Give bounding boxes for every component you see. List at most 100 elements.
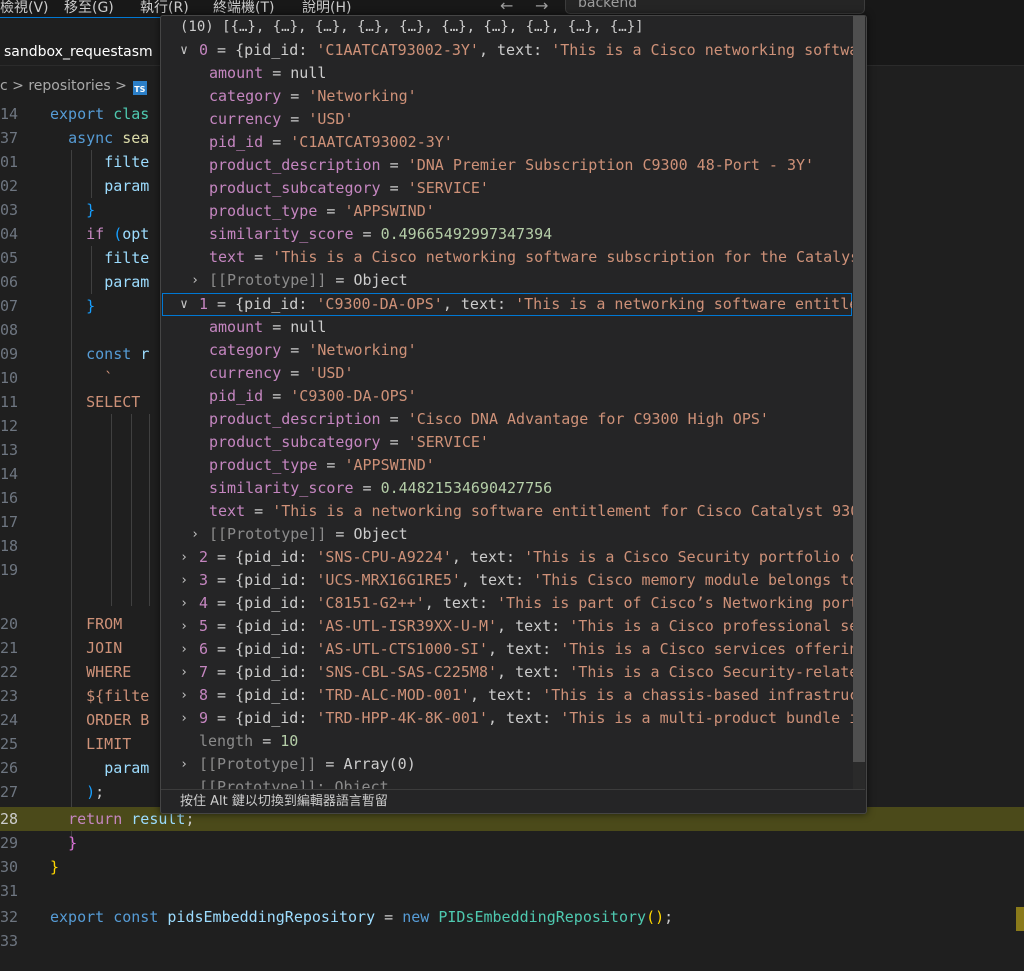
- tree-row-prototype[interactable]: › [[Prototype]] = Object: [161, 269, 853, 292]
- chevron-right-icon[interactable]: ›: [177, 546, 191, 569]
- chevron-right-icon[interactable]: ›: [177, 684, 191, 707]
- tree-row-collapsed[interactable]: › 8 = {pid_id: 'TRD-ALC-MOD-001', text: '…: [161, 684, 853, 707]
- string: FROM: [86, 615, 123, 633]
- variable: filte: [104, 249, 150, 267]
- line-number: 16: [0, 489, 19, 507]
- prop-value: 'This is a networking software entitleme…: [272, 502, 853, 520]
- line-number: 24: [0, 711, 19, 729]
- line-number: 32: [0, 908, 19, 926]
- breadcrumb[interactable]: c > repositories > TS: [0, 78, 147, 100]
- bracket: (): [646, 908, 665, 926]
- preview-pid: 'SNS-CBL-SAS-C225M8': [316, 663, 498, 681]
- chevron-down-icon[interactable]: ∨: [177, 293, 191, 316]
- line-number: 11: [0, 393, 19, 411]
- line-number: 33: [0, 932, 19, 950]
- prop-value: 'USD': [308, 364, 354, 382]
- debug-hover-widget[interactable]: (10) [{…}, {…}, {…}, {…}, {…}, {…}, {…},…: [160, 15, 867, 814]
- chevron-right-icon[interactable]: ›: [177, 661, 191, 684]
- hover-summary: (10) [{…}, {…}, {…}, {…}, {…}, {…}, {…},…: [161, 16, 853, 39]
- variable: param: [104, 759, 150, 777]
- keyword: export: [50, 908, 105, 926]
- item-index: 9: [199, 709, 209, 727]
- bracket: }: [50, 858, 60, 876]
- tree-row-array-prototype[interactable]: › [[Prototype]] = Array(0): [161, 753, 853, 776]
- tree-row-collapsed[interactable]: › 6 = {pid_id: 'AS-UTL-CTS1000-SI', text:…: [161, 638, 853, 661]
- tree-row-collapsed[interactable]: › 9 = {pid_id: 'TRD-HPP-4K-8K-001', text:…: [161, 707, 853, 730]
- chevron-right-icon[interactable]: ›: [177, 615, 191, 638]
- chevron-right-icon[interactable]: ›: [188, 269, 202, 292]
- command-center-search[interactable]: backend: [565, 0, 865, 14]
- prop-key: product_description: [209, 410, 381, 428]
- string: ${filte: [86, 687, 150, 705]
- line-number: 06: [0, 273, 19, 291]
- prop-value: 'USD': [308, 110, 354, 128]
- keyword: async: [68, 129, 114, 147]
- string: JOIN: [86, 639, 123, 657]
- tree-row-collapsed[interactable]: › 7 = {pid_id: 'SNS-CBL-SAS-C225M8', text…: [161, 661, 853, 684]
- prop-key: pid_id: [209, 387, 264, 405]
- preview-text: 'This is a networking software entitle: [515, 295, 852, 313]
- chevron-right-icon[interactable]: ›: [177, 569, 191, 592]
- menu-view[interactable]: 檢視(V): [0, 0, 49, 17]
- line-number: 14: [0, 465, 19, 483]
- variable: param: [104, 177, 150, 195]
- code-line: 31: [0, 879, 1024, 903]
- string: `: [104, 369, 114, 387]
- chevron-right-icon[interactable]: ›: [188, 523, 202, 546]
- line-number: 37: [0, 129, 19, 147]
- preview-text: 'This is a Cisco networking softwa: [551, 41, 853, 59]
- chevron-right-icon[interactable]: ›: [177, 753, 191, 776]
- tab-active[interactable]: sandbox_requestasm: [0, 17, 175, 65]
- item-index: 8: [199, 686, 209, 704]
- chevron-right-icon[interactable]: ›: [177, 707, 191, 730]
- keyword: export: [50, 105, 105, 123]
- bracket: }: [68, 834, 78, 852]
- preview-pid: 'C1AATCAT93002-3Y': [316, 41, 479, 59]
- prop-key: currency: [209, 364, 282, 382]
- tree-row-0[interactable]: ∨ 0 = {pid_id: 'C1AATCAT93002-3Y', text:…: [161, 39, 853, 62]
- tree-row-collapsed[interactable]: › 5 = {pid_id: 'AS-UTL-ISR39XX-U-M', text…: [161, 615, 853, 638]
- chevron-right-icon[interactable]: ›: [177, 592, 191, 615]
- item-index: 5: [199, 617, 209, 635]
- tree-row: currency = 'USD': [209, 364, 354, 382]
- hover-scrollbar[interactable]: [853, 16, 865, 813]
- prototype-key: [[Prototype]]: [209, 525, 327, 543]
- array-summary: (10) [{…}, {…}, {…}, {…}, {…}, {…}, {…},…: [180, 19, 644, 35]
- punctuation: ;: [95, 783, 105, 801]
- prop-value: 'APPSWIND': [344, 202, 435, 220]
- line-number: 07: [0, 297, 19, 315]
- preview-pid: 'AS-UTL-CTS1000-SI': [316, 640, 488, 658]
- tree-row: product_description = 'DNA Premier Subsc…: [209, 156, 815, 174]
- item-index: 1: [199, 295, 209, 313]
- function-name: sea: [122, 129, 150, 147]
- prop-value: 'Cisco DNA Advantage for C9300 High OPS': [407, 410, 769, 428]
- prop-key: amount: [209, 318, 264, 336]
- tree-row-collapsed[interactable]: › 4 = {pid_id: 'C8151-G2++', text: 'This …: [161, 592, 853, 615]
- chevron-down-icon[interactable]: ∨: [177, 39, 191, 62]
- bracket: }: [86, 201, 96, 219]
- tree-row-prototype[interactable]: › [[Prototype]] = Object: [161, 523, 853, 546]
- tree-row-partial[interactable]: [[Prototype]]: Object: [161, 776, 853, 789]
- menu-go[interactable]: 移至(G): [64, 0, 114, 17]
- bracket: }: [86, 297, 96, 315]
- tree-row-collapsed[interactable]: › 3 = {pid_id: 'UCS-MRX16G1RE5', text: 'T…: [161, 569, 853, 592]
- string: LIMIT: [86, 735, 132, 753]
- prop-value: null: [290, 64, 327, 82]
- tree-row-1[interactable]: ∨ 1 = {pid_id: 'C9300-DA-OPS', text: 'Th…: [162, 293, 852, 316]
- chevron-right-icon[interactable]: ›: [177, 638, 191, 661]
- line-number: 03: [0, 201, 19, 219]
- forward-icon[interactable]: →: [535, 0, 548, 15]
- prop-value: 0.44821534690427756: [380, 479, 553, 497]
- string: WHERE: [86, 663, 132, 681]
- tree-row-collapsed[interactable]: › 2 = {pid_id: 'SNS-CPU-A9224', text: 'Th…: [161, 546, 853, 569]
- item-index: 2: [199, 548, 209, 566]
- back-icon[interactable]: ←: [500, 0, 513, 15]
- prototype-key: [[Prototype]]: [209, 271, 327, 289]
- hover-scrollbar-thumb[interactable]: [853, 16, 865, 762]
- editor-scrollbar-marker[interactable]: [1016, 907, 1024, 931]
- keyword: new: [402, 908, 430, 926]
- item-index: 7: [199, 663, 209, 681]
- tree-row: pid_id = 'C9300-DA-OPS': [209, 387, 417, 405]
- breadcrumb-path[interactable]: c > repositories >: [0, 78, 127, 94]
- prop-key: product_subcategory: [209, 433, 381, 451]
